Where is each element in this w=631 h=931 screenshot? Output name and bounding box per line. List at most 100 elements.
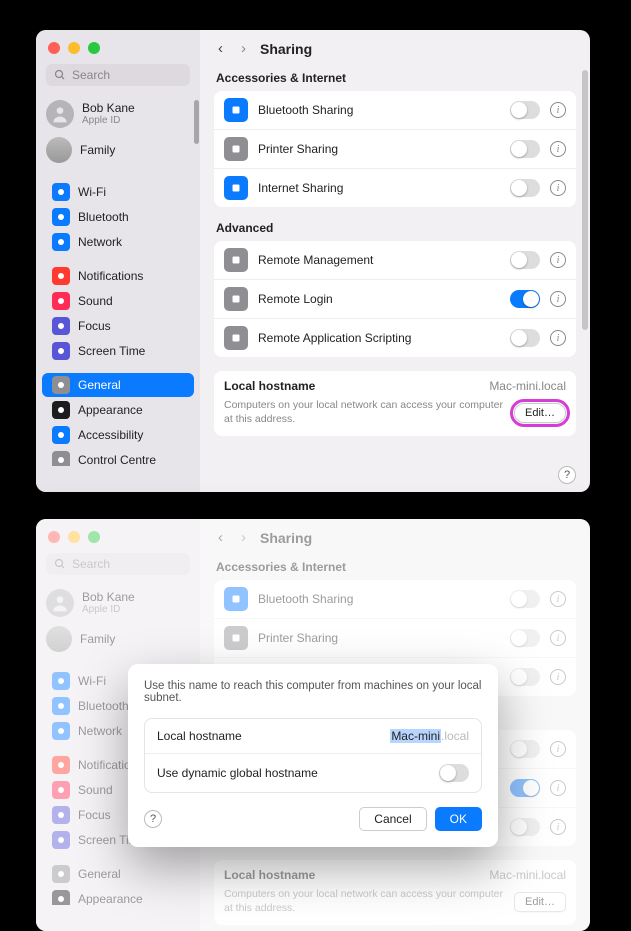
row-icon [224, 98, 248, 122]
content-pane: ‹ › Sharing Accessories & Internet Bluet… [200, 30, 590, 492]
advanced-card: Remote ManagementiRemote LoginiRemote Ap… [214, 241, 576, 357]
row-toggle[interactable] [510, 290, 540, 308]
nav-back-button[interactable]: ‹ [214, 40, 227, 57]
hostname-value: Mac-mini.local [489, 379, 566, 393]
sharing-row-remote-application-scripting[interactable]: Remote Application Scripting i [214, 319, 576, 357]
sheet-message: Use this name to reach this computer fro… [144, 680, 482, 704]
acc-icon [52, 426, 70, 444]
sidebar-item-label: Screen Time [78, 344, 145, 358]
sidebar-item-wi-fi[interactable]: Wi-Fi [42, 180, 194, 204]
page-title: Sharing [260, 41, 312, 57]
nav-fwd-button[interactable]: › [237, 40, 250, 57]
sidebar-item-label: Network [78, 235, 122, 249]
row-toggle[interactable] [510, 179, 540, 197]
info-icon[interactable]: i [550, 141, 566, 157]
cancel-button[interactable]: Cancel [359, 807, 426, 831]
user-sub: Apple ID [82, 115, 135, 126]
row-icon [224, 287, 248, 311]
bell-icon [52, 267, 70, 285]
sidebar-item-network[interactable]: Network [42, 230, 194, 254]
sidebar-item-accessibility[interactable]: Accessibility [42, 423, 194, 447]
app-icon [52, 401, 70, 419]
settings-window-2: Search Bob Kane Apple ID Family Wi-FiBlu… [36, 519, 590, 931]
hostname-desc: Computers on your local network can acce… [224, 399, 504, 426]
hostname-label: Local hostname [224, 379, 315, 393]
sidebar-item-label: Control Centre [78, 453, 156, 466]
row-icon [224, 137, 248, 161]
sidebar-scrollbar[interactable] [194, 100, 199, 144]
sidebar-item-notifications[interactable]: Notifications [42, 264, 194, 288]
sidebar-item-focus[interactable]: Focus [42, 314, 194, 338]
family-label: Family [80, 143, 115, 157]
sheet-card: Local hostname Mac-mini.local Use dynami… [144, 718, 482, 793]
group-label-accessories: Accessories & Internet [216, 71, 576, 85]
cc-icon [52, 451, 70, 466]
sidebar-item-sound[interactable]: Sound [42, 289, 194, 313]
group-label-advanced: Advanced [216, 221, 576, 235]
edit-hostname-button[interactable]: Edit… [514, 403, 566, 423]
sidebar-item-label: Accessibility [78, 428, 143, 442]
row-label: Remote Management [258, 253, 500, 267]
row-label: Remote Application Scripting [258, 331, 500, 345]
sidebar: Search Bob Kane Apple ID Family Wi-Fi Blu… [36, 30, 200, 492]
sidebar-item-general[interactable]: General [42, 373, 194, 397]
sidebar-item-label: Sound [78, 294, 113, 308]
info-icon[interactable]: i [550, 291, 566, 307]
sidebar-item-appearance[interactable]: Appearance [42, 398, 194, 422]
gear-icon [52, 376, 70, 394]
sharing-row-internet-sharing[interactable]: Internet Sharingi [214, 169, 576, 207]
sidebar-item-label: Wi-Fi [78, 185, 106, 199]
search-input[interactable]: Search [46, 64, 190, 86]
row-toggle[interactable] [510, 251, 540, 269]
row-label: Remote Login [258, 292, 500, 306]
info-icon[interactable]: i [550, 330, 566, 346]
row-icon [224, 248, 248, 272]
dynamic-hostname-toggle[interactable] [439, 764, 469, 782]
info-icon[interactable]: i [550, 252, 566, 268]
sidebar-item-screen-time[interactable]: Screen Time [42, 339, 194, 363]
sharing-row-remote-management[interactable]: Remote Management i [214, 241, 576, 280]
dynamic-hostname-label: Use dynamic global hostname [157, 766, 318, 780]
minimize-button[interactable] [68, 42, 80, 54]
ok-button[interactable]: OK [435, 807, 482, 831]
hostname-input[interactable]: Mac-mini.local [390, 729, 469, 743]
sidebar-item-label: General [78, 378, 121, 392]
close-button[interactable] [48, 42, 60, 54]
zoom-button[interactable] [88, 42, 100, 54]
wifi-icon [52, 183, 70, 201]
sidebar-item-label: Bluetooth [78, 210, 129, 224]
sidebar-item-label: Notifications [78, 269, 143, 283]
sidebar-family[interactable]: Family [36, 134, 200, 171]
sidebar-user[interactable]: Bob Kane Apple ID [36, 96, 200, 134]
hostname-edit-sheet: Use this name to reach this computer fro… [128, 664, 498, 847]
sidebar-item-label: Appearance [78, 403, 143, 417]
sharing-row-printer-sharing[interactable]: Printer Sharingi [214, 130, 576, 169]
sharing-row-remote-login[interactable]: Remote Login i [214, 280, 576, 319]
hour-icon [52, 342, 70, 360]
snd-icon [52, 292, 70, 310]
user-name: Bob Kane [82, 102, 135, 115]
moon-icon [52, 317, 70, 335]
traffic-lights [48, 42, 100, 54]
row-icon [224, 326, 248, 350]
family-icon [46, 137, 72, 163]
hostname-card: Local hostname Mac-mini.local Computers … [214, 371, 576, 436]
row-toggle[interactable] [510, 101, 540, 119]
content-scrollbar[interactable] [582, 70, 588, 330]
info-icon[interactable]: i [550, 180, 566, 196]
row-toggle[interactable] [510, 140, 540, 158]
sidebar-item-control-centre[interactable]: Control Centre [42, 448, 194, 466]
content-header: ‹ › Sharing [200, 30, 590, 63]
accessories-card: Bluetooth SharingiPrinter SharingiIntern… [214, 91, 576, 207]
settings-window-1: Search Bob Kane Apple ID Family Wi-Fi Blu… [36, 30, 590, 492]
row-icon [224, 176, 248, 200]
info-icon[interactable]: i [550, 102, 566, 118]
sheet-help-button[interactable]: ? [144, 810, 162, 828]
search-placeholder: Search [72, 68, 110, 82]
help-button[interactable]: ? [558, 466, 576, 484]
bt-icon [52, 208, 70, 226]
sharing-row-bluetooth-sharing[interactable]: Bluetooth Sharing i [214, 91, 576, 130]
row-toggle[interactable] [510, 329, 540, 347]
sidebar-item-bluetooth[interactable]: Bluetooth [42, 205, 194, 229]
row-label: Bluetooth Sharing [258, 103, 500, 117]
